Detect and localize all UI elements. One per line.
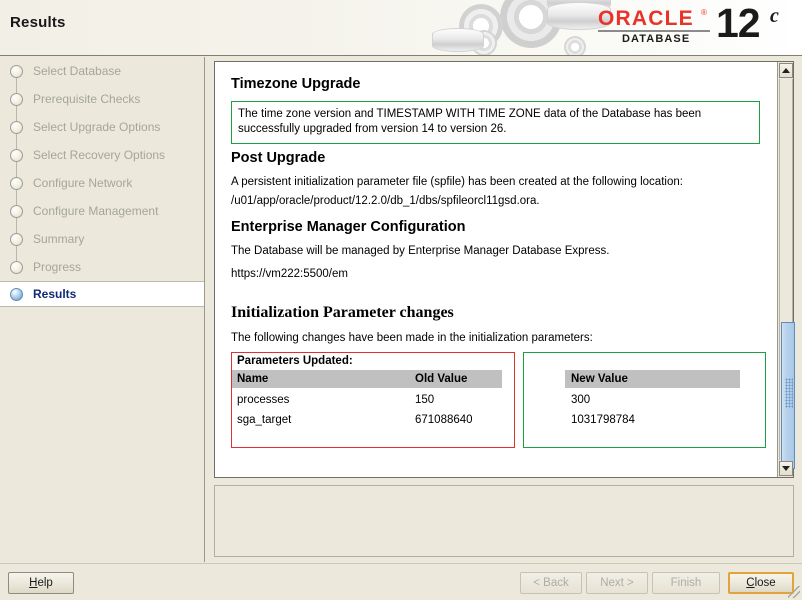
parameters-updated-table: Parameters Updated: Name Old Value New V… (231, 352, 740, 430)
sidebar-item-label: Configure Network (33, 176, 133, 190)
vertical-scrollbar[interactable] (777, 62, 795, 477)
results-scroll-panel: Timezone Upgrade The time zone version a… (214, 61, 795, 478)
window-header: Results ORACLE ® DATABASE 12 c (0, 0, 802, 56)
cell-old-value: 150 (415, 394, 435, 406)
sidebar-item-prerequisite-checks[interactable]: Prerequisite Checks (0, 85, 204, 113)
product-line-label: DATABASE (622, 33, 691, 45)
scroll-up-button[interactable] (779, 63, 793, 78)
sidebar-item-summary[interactable]: Summary (0, 225, 204, 253)
gear-decoration-tiny (564, 36, 586, 55)
results-document: Timezone Upgrade The time zone version a… (215, 62, 778, 477)
sidebar-item-select-upgrade-options[interactable]: Select Upgrade Options (0, 113, 204, 141)
sidebar-item-label: Select Upgrade Options (33, 120, 161, 134)
post-upgrade-spfile-path: /u01/app/oracle/product/12.2.0/db_1/dbs/… (231, 195, 540, 207)
timezone-upgrade-heading: Timezone Upgrade (231, 76, 361, 92)
init-params-heading: Initialization Parameter changes (231, 304, 454, 321)
sidebar-item-select-recovery-options[interactable]: Select Recovery Options (0, 141, 204, 169)
triangle-down-icon (782, 466, 790, 471)
sidebar-item-label: Results (33, 287, 77, 301)
wizard-step-sidebar: Select Database Prerequisite Checks Sele… (0, 57, 205, 562)
step-bullet-icon (10, 92, 23, 106)
oracle-logo: ORACLE ® DATABASE 12 c (598, 0, 794, 52)
cell-old-value: 671088640 (415, 414, 473, 426)
cell-param-name: processes (237, 394, 290, 406)
step-bullet-icon (10, 260, 23, 274)
cell-new-value: 300 (571, 394, 591, 406)
column-header-old-value: Old Value (409, 370, 502, 390)
back-button[interactable]: < Back (520, 572, 582, 594)
registered-mark: ® (701, 8, 707, 17)
table-body: processes 150 300 sga_target 671088640 1… (231, 389, 740, 430)
resize-grip-icon[interactable] (788, 586, 800, 598)
close-button[interactable]: Close (728, 572, 794, 594)
database-upgrade-assistant-window: Results ORACLE ® DATABASE 12 c Select Da… (0, 0, 802, 600)
bottom-detail-panel (214, 485, 794, 557)
table-header-row: Name Old Value New Value (231, 370, 740, 390)
column-header-name: Name (231, 370, 409, 390)
init-params-intro: The following changes have been made in … (231, 332, 593, 344)
page-title: Results (10, 14, 66, 31)
step-bullet-icon (10, 64, 23, 78)
next-button[interactable]: Next > (586, 572, 648, 594)
step-bullet-icon (10, 120, 23, 134)
cell-new-value: 1031798784 (571, 414, 635, 426)
oracle-wordmark: ORACLE (598, 7, 694, 30)
sidebar-item-label: Prerequisite Checks (33, 92, 141, 106)
database-cylinder-icon-small (432, 28, 484, 52)
sidebar-item-label: Progress (33, 260, 82, 274)
step-bullet-icon (10, 176, 23, 190)
sidebar-item-progress[interactable]: Progress (0, 253, 204, 281)
post-upgrade-line1: A persistent initialization parameter fi… (231, 176, 683, 188)
help-button[interactable]: Help (8, 572, 74, 594)
parameters-table-wrapper: Parameters Updated: Name Old Value New V… (231, 352, 766, 448)
table-caption-row: Parameters Updated: (231, 352, 740, 370)
scrollbar-thumb[interactable] (781, 322, 795, 469)
sidebar-item-label: Configure Management (33, 204, 159, 218)
scrollbar-track[interactable] (779, 79, 795, 469)
finish-button[interactable]: Finish (652, 572, 720, 594)
sidebar-item-label: Select Database (33, 64, 122, 78)
table-row: processes 150 300 (231, 389, 740, 410)
step-bullet-icon (10, 204, 23, 218)
table-row: sga_target 671088640 1031798784 (231, 410, 740, 430)
cell-gap (502, 410, 565, 430)
parameters-updated-caption: Parameters Updated: (231, 352, 740, 370)
sidebar-item-select-database[interactable]: Select Database (0, 57, 204, 85)
wizard-footer: Help < Back Next > Finish Close (0, 563, 802, 600)
table-head: Parameters Updated: Name Old Value New V… (231, 352, 740, 390)
column-header-new-value: New Value (565, 370, 740, 390)
sidebar-item-configure-management[interactable]: Configure Management (0, 197, 204, 225)
main-content-area: Timezone Upgrade The time zone version a… (206, 57, 802, 562)
timezone-success-message: The time zone version and TIMESTAMP WITH… (231, 101, 760, 144)
version-number: 12 (716, 0, 761, 46)
sidebar-item-label: Select Recovery Options (33, 148, 166, 162)
cell-gap (502, 389, 565, 410)
step-bullet-icon (10, 148, 23, 162)
sidebar-item-label: Summary (33, 232, 85, 246)
post-upgrade-heading: Post Upgrade (231, 150, 326, 166)
help-button-label-rest: elp (37, 577, 53, 589)
version-suffix: c (770, 5, 779, 27)
close-button-label-rest: lose (754, 577, 776, 589)
step-bullet-icon (10, 232, 23, 246)
logo-divider (598, 30, 710, 32)
scrollbar-grip-icon (785, 378, 793, 408)
sidebar-item-results[interactable]: Results (0, 281, 204, 307)
enterprise-manager-line1: The Database will be managed by Enterpri… (231, 245, 610, 257)
enterprise-manager-heading: Enterprise Manager Configuration (231, 219, 466, 235)
enterprise-manager-url: https://vm222:5500/em (231, 268, 348, 280)
scroll-down-button[interactable] (779, 461, 793, 476)
sidebar-item-configure-network[interactable]: Configure Network (0, 169, 204, 197)
column-gap (502, 370, 565, 390)
step-bullet-icon-active (10, 287, 23, 301)
triangle-up-icon (782, 68, 790, 73)
cell-param-name: sga_target (237, 414, 292, 426)
